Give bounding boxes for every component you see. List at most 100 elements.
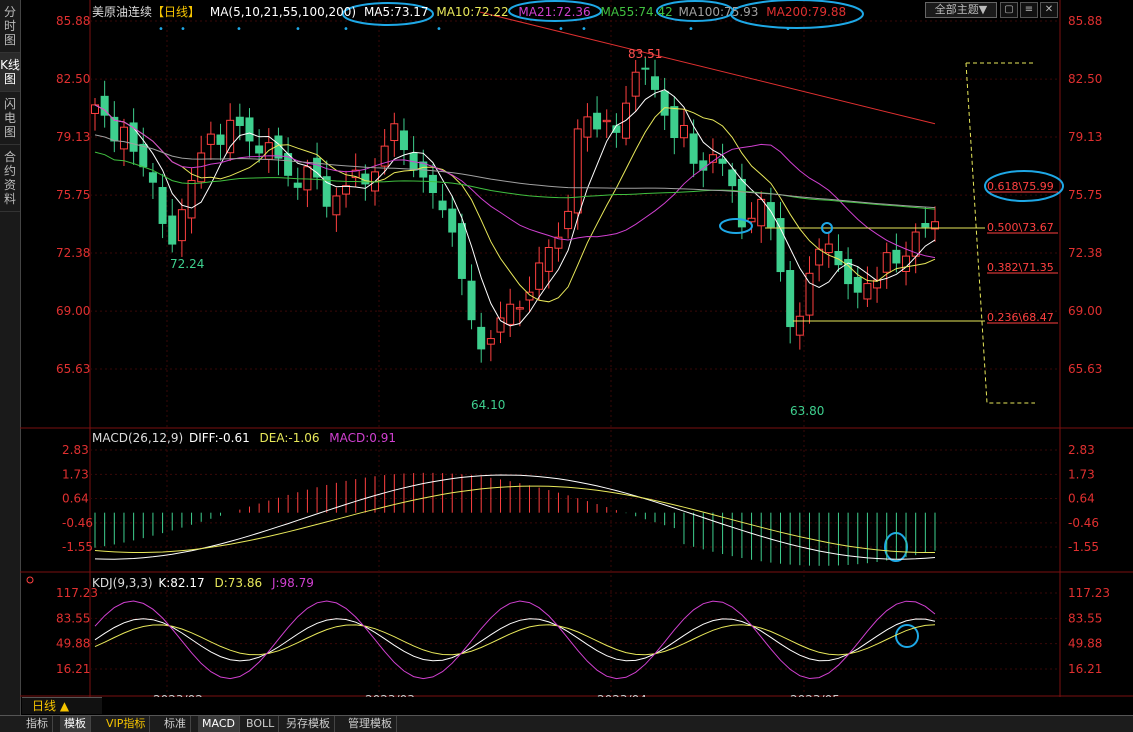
tab-contract-info[interactable]: 合约资料 — [0, 145, 20, 212]
settings-icon[interactable]: ≡ — [1020, 2, 1038, 18]
candle-body — [438, 200, 447, 211]
fib-label: 0.500\73.67 — [987, 221, 1054, 234]
tab-macd[interactable]: MACD — [198, 716, 240, 732]
candle-body — [399, 130, 408, 151]
candle-body — [477, 326, 486, 350]
kdj-j-line — [94, 600, 936, 680]
kline-chart[interactable]: 85.88 85.88 82.50 82.50 79.13 79.13 75.75 75.75… — [20, 0, 1133, 697]
ma-legend-prefix: MA(5,10,21,55,100,200) — [209, 5, 357, 19]
ma200-value: MA200:79.88 — [766, 5, 847, 19]
fib-label: 0.618\75.99 — [987, 180, 1054, 193]
kdj-tick-right: 117.23 — [1068, 586, 1110, 600]
macd-tick-right: 1.73 — [1068, 467, 1095, 481]
candle-body — [776, 218, 785, 273]
kdj-tick-right: 83.55 — [1068, 611, 1102, 625]
signal-dot: • — [558, 24, 564, 35]
signal-dot: • — [236, 24, 242, 35]
candle-body — [815, 248, 824, 266]
candle-body — [361, 173, 370, 185]
tab-manage-template[interactable]: 管理模板 — [344, 716, 397, 732]
kdj-k-line — [94, 618, 936, 662]
theme-dropdown-button[interactable]: 全部主题▼ — [925, 2, 997, 18]
bottom-template-bar: 指标 模板 VIP指标 标准 MACD BOLL 另存模板 管理模板 — [0, 715, 1133, 732]
macd-tick-left: -0.46 — [62, 516, 93, 530]
price-tick-right: 65.63 — [1068, 362, 1102, 376]
price-tick-left: 65.63 — [56, 362, 90, 376]
tab-flash[interactable]: 闪电图 — [0, 92, 20, 145]
period-selector[interactable]: 日线 ▲ — [22, 697, 102, 714]
price-tick-left: 85.88 — [56, 14, 90, 28]
macd-tick-right: -1.55 — [1068, 540, 1099, 554]
candle-body — [544, 247, 553, 272]
tab-indicator[interactable]: 指标 — [22, 716, 53, 732]
candle-body — [486, 338, 495, 345]
tab-boll[interactable]: BOLL — [242, 716, 280, 732]
tab-kline[interactable]: K线图 — [0, 53, 20, 92]
tab-standard[interactable]: 标准 — [160, 716, 191, 732]
candle-body — [303, 166, 312, 191]
candle-body — [795, 315, 804, 336]
low-price-label: 72.24 — [170, 257, 204, 271]
macd-tick-right: 0.64 — [1068, 492, 1095, 506]
macd-tick-left: -1.55 — [62, 540, 93, 554]
tab-save-template[interactable]: 另存模板 — [282, 716, 335, 732]
date-label: 2023/04 — [597, 693, 647, 697]
candle-body — [535, 262, 544, 290]
tab-vip-indicator[interactable]: VIP指标 — [102, 716, 151, 732]
kdj-name: KDJ(9,3,3) — [92, 576, 153, 590]
window-icon[interactable]: ▢ — [1000, 2, 1018, 18]
period-tag: 【日线】 — [152, 5, 201, 19]
ma10-value: MA10:72.22 — [436, 5, 509, 19]
candle-body — [892, 249, 901, 264]
tab-template[interactable]: 模板 — [60, 716, 91, 732]
candle-body — [660, 90, 669, 116]
macd-dea: DEA:-1.06 — [259, 431, 320, 445]
ma55-value: MA55:74.42 — [600, 5, 673, 19]
signal-dot: • — [180, 24, 186, 35]
kdj-tick-left: 16.21 — [56, 662, 90, 676]
candle-body — [235, 116, 244, 126]
candle-body — [786, 270, 795, 328]
candle-body — [390, 123, 399, 142]
candle-body — [602, 119, 611, 123]
candle-body — [921, 222, 930, 228]
price-tick-left: 69.00 — [56, 304, 90, 318]
candle-body — [158, 187, 167, 224]
main-chart-header: 美原油连续【日线】 MA(5,10,21,55,100,200) MA5:73.… — [92, 3, 846, 20]
candle-body — [718, 158, 727, 164]
signal-dot: • — [581, 24, 587, 35]
candle-body — [641, 67, 650, 70]
candle-body — [506, 303, 515, 325]
candle-body — [255, 145, 264, 154]
candle-body — [863, 283, 872, 300]
macd-tick-left: 0.64 — [62, 492, 89, 506]
price-tick-right: 72.38 — [1068, 246, 1102, 260]
price-tick-right: 79.13 — [1068, 130, 1102, 144]
macd-tick-right: 2.83 — [1068, 443, 1095, 457]
tab-timeshare[interactable]: 分时图 — [0, 0, 20, 53]
price-tick-left: 82.50 — [56, 72, 90, 86]
instrument-title: 美原油连续 — [92, 5, 153, 19]
candle-body — [148, 172, 157, 183]
candle-body — [583, 116, 592, 138]
fib-label: 0.382\71.35 — [987, 261, 1054, 274]
date-label: 2023/02 — [153, 693, 203, 697]
price-tick-left: 79.13 — [56, 130, 90, 144]
kdj-tick-left: 49.88 — [56, 637, 90, 651]
price-tick-left: 75.75 — [56, 188, 90, 202]
candle-body — [728, 169, 737, 187]
candle-body — [448, 208, 457, 233]
candle-body — [631, 71, 640, 97]
close-icon[interactable]: ✕ — [1040, 2, 1058, 18]
price-tick-left: 72.38 — [56, 246, 90, 260]
target-icon — [26, 576, 34, 584]
macd-tick-right: -0.46 — [1068, 516, 1099, 530]
candle-body — [651, 76, 659, 90]
candle-body — [593, 112, 602, 130]
signal-dot: • — [343, 24, 349, 35]
fib-label: 0.236\68.47 — [987, 311, 1054, 324]
ma5-value: MA5:73.17 — [363, 5, 429, 19]
candle-body — [216, 134, 225, 145]
ma21-value: MA21:72.36 — [518, 5, 591, 19]
candle-body — [679, 124, 688, 139]
